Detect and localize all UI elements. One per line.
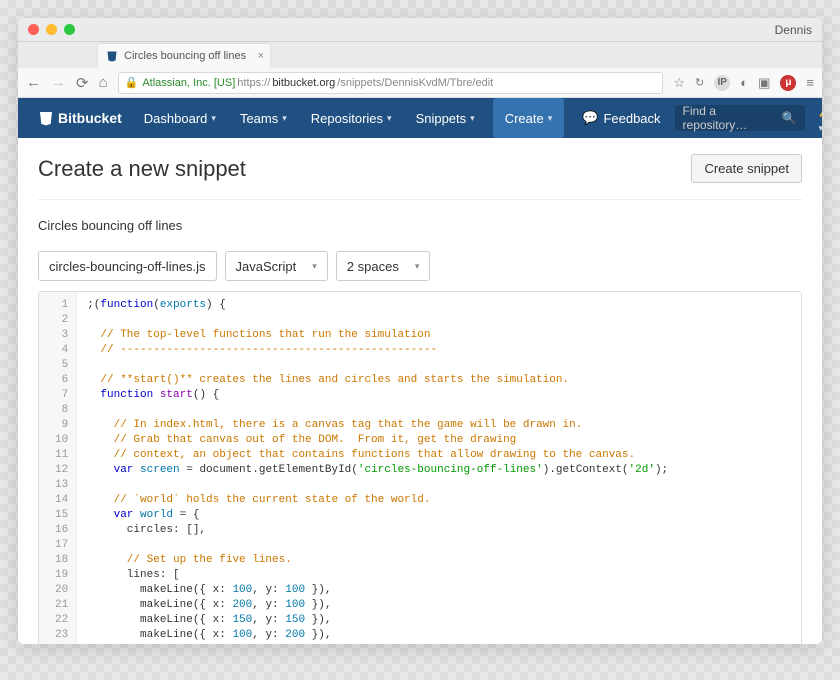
app-navbar: Bitbucket Dashboard▾ Teams▾ Repositories… xyxy=(18,98,822,138)
page-header: Create a new snippet Create snippet xyxy=(38,154,802,200)
star-icon[interactable]: ☆ xyxy=(673,75,685,91)
forward-icon[interactable]: → xyxy=(51,74,66,92)
chevron-down-icon: ▾ xyxy=(387,113,392,124)
page-title: Create a new snippet xyxy=(38,156,246,182)
home-icon[interactable]: ⌂ xyxy=(99,74,108,92)
search-icon: 🔍 xyxy=(782,111,797,125)
bitbucket-logo-icon xyxy=(38,110,54,126)
chevron-down-icon: ▾ xyxy=(548,113,553,124)
create-button[interactable]: Create▾ xyxy=(493,98,565,138)
code-editor[interactable]: 1234567891011121314151617181920212223242… xyxy=(38,291,802,644)
create-snippet-button[interactable]: Create snippet xyxy=(691,154,802,183)
browser-window: Dennis Circles bouncing off lines × ← → … xyxy=(18,18,822,644)
chevron-down-icon: ▾ xyxy=(211,113,216,124)
titlebar: Dennis xyxy=(18,18,822,42)
brand-name: Bitbucket xyxy=(58,110,122,126)
chevron-down-icon: ▾ xyxy=(312,261,317,272)
url-scheme: https:// xyxy=(237,77,270,89)
menu-icon[interactable]: ≡ xyxy=(806,75,814,90)
address-bar[interactable]: 🔒 Atlassian, Inc. [US] https://bitbucket… xyxy=(118,72,664,94)
window-controls xyxy=(28,24,75,35)
indent-dropdown[interactable]: 2 spaces▾ xyxy=(336,251,431,281)
editor-toolbar: circles-bouncing-off-lines.js JavaScript… xyxy=(38,251,802,281)
notifications-icon[interactable]: 🔔▾ xyxy=(819,103,822,134)
nav-repositories[interactable]: Repositories▾ xyxy=(301,98,402,138)
extension-icon[interactable]: IP xyxy=(714,75,730,91)
filename-input[interactable]: circles-bouncing-off-lines.js xyxy=(38,251,217,281)
code-area[interactable]: ;(function(exports) { // The top-level f… xyxy=(77,292,801,644)
page-content: Create a new snippet Create snippet Circ… xyxy=(18,138,822,644)
close-tab-icon[interactable]: × xyxy=(258,50,264,62)
url-bar: ← → ⟳ ⌂ 🔒 Atlassian, Inc. [US] https://b… xyxy=(18,68,822,98)
line-gutter: 1234567891011121314151617181920212223242… xyxy=(39,292,77,644)
url-path: /snippets/DennisKvdM/Tbre/edit xyxy=(337,77,493,89)
chevron-down-icon: ▾ xyxy=(282,113,287,124)
browser-tab[interactable]: Circles bouncing off lines × xyxy=(98,44,270,68)
profile-name[interactable]: Dennis xyxy=(775,23,812,37)
tab-bar: Circles bouncing off lines × xyxy=(18,42,822,68)
snippet-title: Circles bouncing off lines xyxy=(38,218,802,233)
extension-icon[interactable]: μ xyxy=(780,75,796,91)
language-dropdown[interactable]: JavaScript▾ xyxy=(225,251,328,281)
reload-icon[interactable]: ⟳ xyxy=(76,74,89,92)
url-host: bitbucket.org xyxy=(272,77,335,89)
extension-icon[interactable]: ◐ xyxy=(740,75,748,90)
maximize-window-icon[interactable] xyxy=(64,24,75,35)
chevron-down-icon: ▾ xyxy=(415,261,420,272)
extension-icon[interactable]: ▣ xyxy=(758,75,770,91)
feedback-button[interactable]: 💬 Feedback xyxy=(572,110,670,126)
nav-dashboard[interactable]: Dashboard▾ xyxy=(134,98,226,138)
minimize-window-icon[interactable] xyxy=(46,24,57,35)
url-org: Atlassian, Inc. [US] xyxy=(142,77,235,89)
repo-search-input[interactable]: Find a repository… 🔍 xyxy=(675,105,805,131)
chevron-down-icon: ▾ xyxy=(470,113,475,124)
tab-title: Circles bouncing off lines xyxy=(124,50,246,62)
speech-bubble-icon: 💬 xyxy=(582,110,598,126)
bitbucket-favicon-icon xyxy=(106,50,118,62)
nav-teams[interactable]: Teams▾ xyxy=(230,98,297,138)
lock-icon: 🔒 xyxy=(125,76,139,89)
brand-logo[interactable]: Bitbucket xyxy=(38,110,122,126)
nav-snippets[interactable]: Snippets▾ xyxy=(406,98,485,138)
sync-icon[interactable]: ↻ xyxy=(695,76,704,89)
close-window-icon[interactable] xyxy=(28,24,39,35)
search-placeholder: Find a repository… xyxy=(683,104,779,132)
back-icon[interactable]: ← xyxy=(26,74,41,92)
